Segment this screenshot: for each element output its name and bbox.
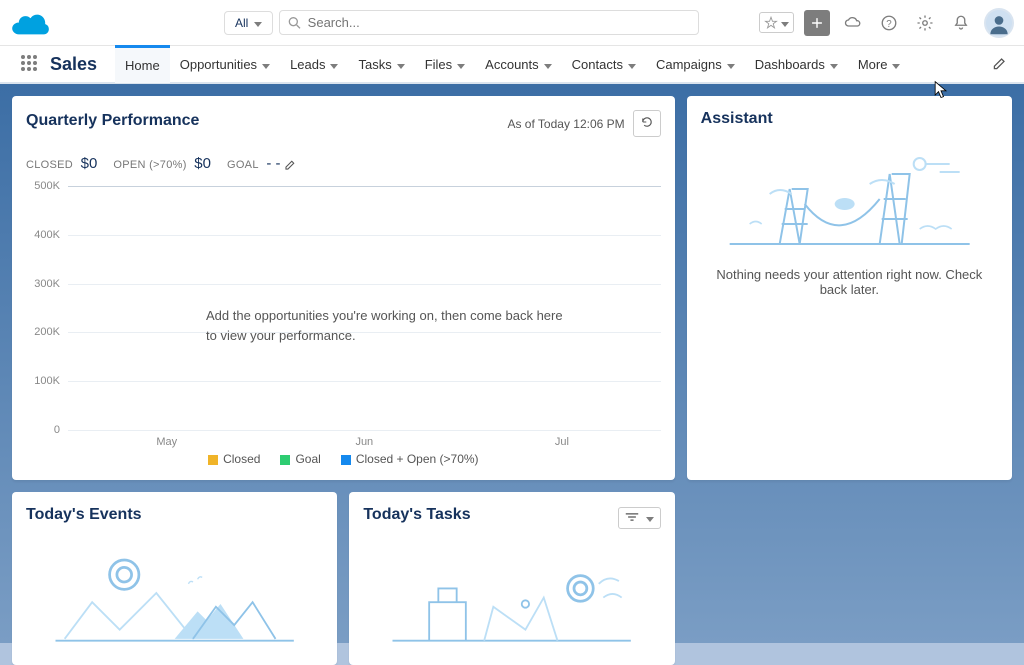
app-nav-bar: Sales Home Opportunities Leads Tasks Files Ac…	[0, 46, 1024, 84]
nav-tab-label: Accounts	[485, 57, 538, 72]
nav-tab-label: Contacts	[572, 57, 623, 72]
chevron-down-icon	[254, 16, 262, 30]
nav-tab-label: Tasks	[358, 57, 391, 72]
chevron-down-icon	[892, 57, 900, 72]
nav-tab-campaigns[interactable]: Campaigns	[646, 45, 745, 83]
refresh-icon	[640, 115, 654, 129]
bell-icon	[952, 14, 970, 32]
search-icon	[288, 16, 301, 30]
favorites-button[interactable]	[759, 12, 794, 33]
events-illustration	[26, 538, 323, 648]
nav-tab-label: Files	[425, 57, 452, 72]
nav-tab-contacts[interactable]: Contacts	[562, 45, 646, 83]
cloud-icon	[844, 14, 862, 32]
x-tick: May	[68, 436, 266, 448]
filter-icon	[625, 512, 639, 522]
chevron-down-icon	[397, 57, 405, 72]
todays-events-card: Today's Events	[12, 492, 337, 665]
notifications-button[interactable]	[948, 10, 974, 36]
nav-tab-label: Campaigns	[656, 57, 722, 72]
y-tick: 400K	[34, 229, 60, 241]
user-avatar[interactable]	[984, 8, 1014, 38]
card-title: Today's Events	[26, 506, 323, 524]
setup-button[interactable]	[912, 10, 938, 36]
assistant-illustration	[701, 134, 998, 254]
global-header: All ?	[0, 0, 1024, 46]
todays-tasks-card: Today's Tasks	[349, 492, 674, 665]
nav-tab-more[interactable]: More	[848, 45, 911, 83]
refresh-button[interactable]	[633, 110, 661, 137]
app-name: Sales	[50, 54, 97, 75]
edit-nav-button[interactable]	[992, 55, 1008, 74]
chevron-down-icon	[830, 57, 838, 72]
nav-tab-files[interactable]: Files	[415, 45, 475, 83]
svg-text:?: ?	[886, 18, 892, 29]
quarterly-performance-card: Quarterly Performance As of Today 12:06 …	[12, 96, 675, 480]
tasks-filter-button[interactable]	[618, 507, 660, 529]
search-scope-select[interactable]: All	[224, 11, 273, 35]
y-tick: 500K	[34, 180, 60, 192]
trailhead-button[interactable]	[840, 10, 866, 36]
y-tick: 300K	[34, 278, 60, 290]
goal-label: GOAL	[227, 159, 259, 171]
waffle-icon	[20, 54, 38, 72]
star-icon	[764, 16, 778, 30]
performance-chart: 0100K200K300K400K500K Add the opportunit…	[26, 186, 661, 466]
nav-tab-label: Dashboards	[755, 57, 825, 72]
nav-tab-leads[interactable]: Leads	[280, 45, 348, 83]
chevron-down-icon	[457, 57, 465, 72]
chevron-down-icon	[262, 57, 270, 72]
card-title: Today's Tasks	[363, 506, 470, 524]
closed-value: $0	[81, 155, 98, 172]
chevron-down-icon	[781, 15, 789, 30]
pencil-icon[interactable]	[284, 158, 297, 171]
nav-tab-label: Home	[125, 58, 160, 73]
goal-value: - -	[266, 155, 280, 172]
chevron-down-icon	[646, 511, 654, 525]
legend-item: Closed + Open (>70%)	[341, 452, 479, 466]
tasks-illustration	[363, 538, 660, 648]
x-tick: Jul	[463, 436, 661, 448]
legend-item: Goal	[280, 452, 320, 466]
y-tick: 0	[54, 424, 60, 436]
app-launcher[interactable]	[20, 54, 38, 75]
chevron-down-icon	[330, 57, 338, 72]
nav-tab-opportunities[interactable]: Opportunities	[170, 45, 280, 83]
chevron-down-icon	[544, 57, 552, 72]
pencil-icon	[992, 55, 1008, 71]
nav-tab-accounts[interactable]: Accounts	[475, 45, 561, 83]
card-title: Quarterly Performance	[26, 112, 199, 130]
plus-icon	[810, 16, 824, 30]
chart-empty-message: Add the opportunities you're working on,…	[206, 306, 566, 345]
legend-item: Closed	[208, 452, 260, 466]
nav-tab-tasks[interactable]: Tasks	[348, 45, 414, 83]
chevron-down-icon	[628, 57, 636, 72]
search-scope-label: All	[235, 16, 248, 30]
as-of-timestamp: As of Today 12:06 PM	[507, 117, 624, 131]
gear-icon	[916, 14, 934, 32]
nav-tab-home[interactable]: Home	[115, 45, 170, 83]
global-search[interactable]	[279, 10, 699, 35]
chevron-down-icon	[727, 57, 735, 72]
y-tick: 100K	[34, 375, 60, 387]
nav-tab-label: Leads	[290, 57, 325, 72]
x-tick: Jun	[266, 436, 464, 448]
question-icon: ?	[880, 14, 898, 32]
salesforce-logo	[10, 8, 54, 38]
card-title: Assistant	[701, 110, 998, 128]
avatar-icon	[986, 10, 1012, 36]
nav-tab-dashboards[interactable]: Dashboards	[745, 45, 848, 83]
global-actions-button[interactable]	[804, 10, 830, 36]
closed-label: CLOSED	[26, 159, 73, 171]
open-label: OPEN (>70%)	[113, 159, 186, 171]
search-input[interactable]	[308, 15, 691, 30]
nav-tab-label: More	[858, 57, 888, 72]
assistant-card: Assistant Nothing needs your attention r…	[687, 96, 1012, 480]
help-button[interactable]: ?	[876, 10, 902, 36]
assistant-message: Nothing needs your attention right now. …	[706, 267, 993, 297]
y-tick: 200K	[34, 326, 60, 338]
nav-tab-label: Opportunities	[180, 57, 257, 72]
open-value: $0	[194, 155, 211, 172]
